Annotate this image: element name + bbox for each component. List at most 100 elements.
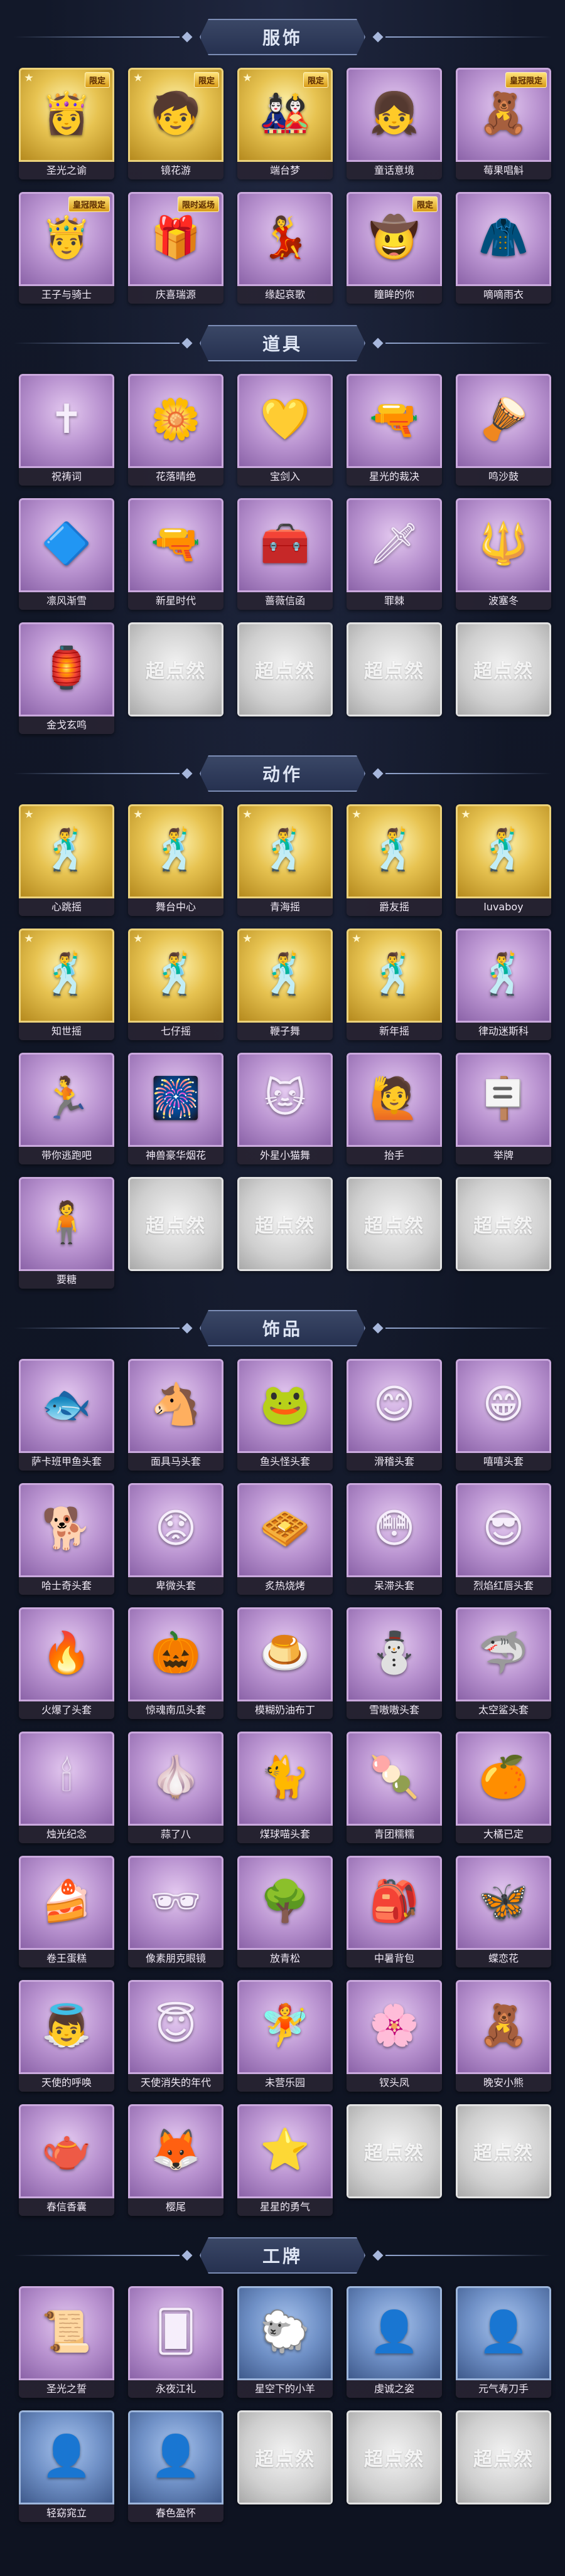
item-card[interactable]: 🕺 新年摇 (347, 929, 442, 1040)
item-card[interactable]: 🙋 抬手 (347, 1053, 442, 1164)
item-card[interactable]: 🧥 嘀嘀雨衣 (456, 192, 551, 304)
item-card[interactable]: 🗡 罪棘 (347, 498, 442, 610)
item-card[interactable]: 👼 天使的呼唤 (19, 1980, 114, 2092)
item-card[interactable]: ⭐ 星星的勇气 (237, 2104, 333, 2216)
item-card[interactable]: 🤴 皇冠限定 王子与骑士 (19, 192, 114, 304)
item-artwork-frame: 🧥 (456, 192, 551, 286)
item-card[interactable]: 🧇 炙热烧烤 (237, 1483, 333, 1595)
item-card[interactable]: 🕺 鞭子舞 (237, 929, 333, 1040)
item-card[interactable]: 🔥 火爆了头套 (19, 1607, 114, 1719)
item-card[interactable]: ✝ 祝祷词 (19, 374, 114, 486)
item-card[interactable]: 🐟 萨卡班甲鱼头套 (19, 1359, 114, 1471)
item-card[interactable]: 🕺 舞台中心 (128, 804, 223, 916)
item-label: 七仔摇 (128, 1023, 223, 1040)
item-artwork-frame: 👤 (347, 2286, 442, 2380)
item-card[interactable]: 🦊 樱尾 (128, 2104, 223, 2216)
item-card[interactable]: 👤 轻窈窕立 (19, 2410, 114, 2522)
section-title: 道具 (262, 334, 303, 354)
star-icon (24, 934, 33, 942)
item-card[interactable]: 🦈 太空鲨头套 (456, 1607, 551, 1719)
item-label: 天使消失的年代 (128, 2074, 223, 2092)
item-card[interactable]: ⛄ 雪嗷嗷头套 (347, 1607, 442, 1719)
watermark-text: 超点然 (364, 2142, 424, 2164)
item-artwork-frame: 超点然 (456, 2410, 551, 2504)
item-card[interactable]: 🕯 烛光纪念 (19, 1732, 114, 1843)
item-card[interactable]: 🏮 金戈玄鸣 (19, 622, 114, 734)
item-card[interactable]: 👸 限定 圣光之谕 (19, 68, 114, 179)
item-card[interactable]: 🕶 像素朋克眼镜 (128, 1856, 223, 1967)
item-card[interactable]: 🧍 要糖 (19, 1177, 114, 1289)
item-card[interactable]: 😊 滑稽头套 (347, 1359, 442, 1471)
item-card[interactable]: 🕺 知世摇 (19, 929, 114, 1040)
section-title: 动作 (262, 764, 303, 785)
empty-item-card: 超点然 (456, 2104, 551, 2198)
item-card[interactable]: 🏃 带你逃跑吧 (19, 1053, 114, 1164)
item-card[interactable]: 😎 烈焰红唇头套 (456, 1483, 551, 1595)
item-card[interactable]: 🐸 鱼头怪头套 (237, 1359, 333, 1471)
item-card[interactable]: 🎃 惊魂南瓜头套 (128, 1607, 223, 1719)
item-card[interactable]: 🐕 哈士奇头套 (19, 1483, 114, 1595)
item-card[interactable]: 🔱 波塞冬 (456, 498, 551, 610)
item-card[interactable]: 🔫 星光的裁决 (347, 374, 442, 486)
item-card[interactable]: 🐱 外星小猫舞 (237, 1053, 333, 1164)
item-card[interactable]: 🂠 永夜江礼 (128, 2286, 223, 2398)
item-card[interactable]: 📜 圣光之誓 (19, 2286, 114, 2398)
item-art-icon: 🐕 (41, 1506, 92, 1552)
item-art-icon: 🔫 (369, 397, 419, 443)
item-card[interactable]: 🦋 蝶恋花 (456, 1856, 551, 1967)
item-card[interactable]: 👤 虔诚之姿 (347, 2286, 442, 2398)
item-card[interactable]: 🌳 放青松 (237, 1856, 333, 1967)
empty-item-card: 超点然 (237, 1177, 333, 1271)
item-card[interactable]: 🎆 神兽豪华烟花 (128, 1053, 223, 1164)
item-card[interactable]: 🧸 皇冠限定 莓果唱斛 (456, 68, 551, 179)
item-card[interactable]: 💃 缘起哀歌 (237, 192, 333, 304)
item-card[interactable]: 🕺 七仔摇 (128, 929, 223, 1040)
item-art-icon: 👧 (369, 90, 419, 137)
item-card[interactable]: 🍮 模糊奶油布丁 (237, 1607, 333, 1719)
item-card[interactable]: 🍊 大橘已定 (456, 1732, 551, 1843)
item-card[interactable]: 🪘 鸣沙鼓 (456, 374, 551, 486)
item-card[interactable]: 🧰 蔷薇信函 (237, 498, 333, 610)
item-art-icon: 👸 (41, 90, 92, 137)
item-artwork-frame: 超点然 (128, 1177, 223, 1271)
item-card[interactable]: 🍰 卷王蛋糕 (19, 1856, 114, 1967)
item-card[interactable]: 🧸 晚安小熊 (456, 1980, 551, 2092)
item-card[interactable]: 🌸 钗头凤 (347, 1980, 442, 2092)
item-card[interactable]: 👧 童话意境 (347, 68, 442, 179)
item-card[interactable]: 🕺 luvaboy (456, 804, 551, 916)
item-card[interactable]: 😇 天使消失的年代 (128, 1980, 223, 2092)
item-card[interactable]: 👤 元气寿刀手 (456, 2286, 551, 2398)
item-card[interactable]: 🌼 花落晴绝 (128, 374, 223, 486)
item-card[interactable]: 🫖 春信香囊 (19, 2104, 114, 2216)
item-card[interactable]: 🎎 限定 端台梦 (237, 68, 333, 179)
item-art-icon: 🎒 (369, 1878, 419, 1925)
item-card[interactable]: 🤠 限定 瞳眸的你 (347, 192, 442, 304)
item-card[interactable]: 🐴 面具马头套 (128, 1359, 223, 1471)
item-card[interactable]: 🎁 限时返场 庆喜瑞源 (128, 192, 223, 304)
item-card[interactable]: 🕺 青海摇 (237, 804, 333, 916)
item-card[interactable]: 🐈 煤球喵头套 (237, 1732, 333, 1843)
item-card[interactable]: 🔷 凛风渐雪 (19, 498, 114, 610)
item-card[interactable]: 🪧 举牌 (456, 1053, 551, 1164)
item-card[interactable]: 🍡 青团糯糯 (347, 1732, 442, 1843)
item-card[interactable]: 🎒 中暑背包 (347, 1856, 442, 1967)
item-card[interactable]: 🕺 律动迷斯科 (456, 929, 551, 1040)
item-card[interactable]: 😟 卑微头套 (128, 1483, 223, 1595)
item-label: 祝祷词 (19, 468, 114, 486)
item-card[interactable]: 🕺 心跳摇 (19, 804, 114, 916)
item-art-icon: 🤴 (41, 215, 92, 261)
item-card[interactable]: 🧄 蒜了八 (128, 1732, 223, 1843)
item-artwork-frame: 🎁 限时返场 (128, 192, 223, 286)
item-card[interactable]: 👤 春色盈怀 (128, 2410, 223, 2522)
item-label: 凛风渐雪 (19, 592, 114, 610)
diamond-ornament-icon (181, 1323, 193, 1334)
item-card[interactable]: 🧒 限定 镜花游 (128, 68, 223, 179)
item-card[interactable]: 🔫 新星时代 (128, 498, 223, 610)
item-card[interactable]: 😁 嘻嘻头套 (456, 1359, 551, 1471)
item-card[interactable]: 😳 呆滞头套 (347, 1483, 442, 1595)
header-divider-line (14, 1328, 180, 1329)
item-card[interactable]: 🕺 爵友摇 (347, 804, 442, 916)
item-card[interactable]: 💛 宝剑入 (237, 374, 333, 486)
item-card[interactable]: 🐑 星空下的小羊 (237, 2286, 333, 2398)
item-card[interactable]: 🧚 未营乐园 (237, 1980, 333, 2092)
